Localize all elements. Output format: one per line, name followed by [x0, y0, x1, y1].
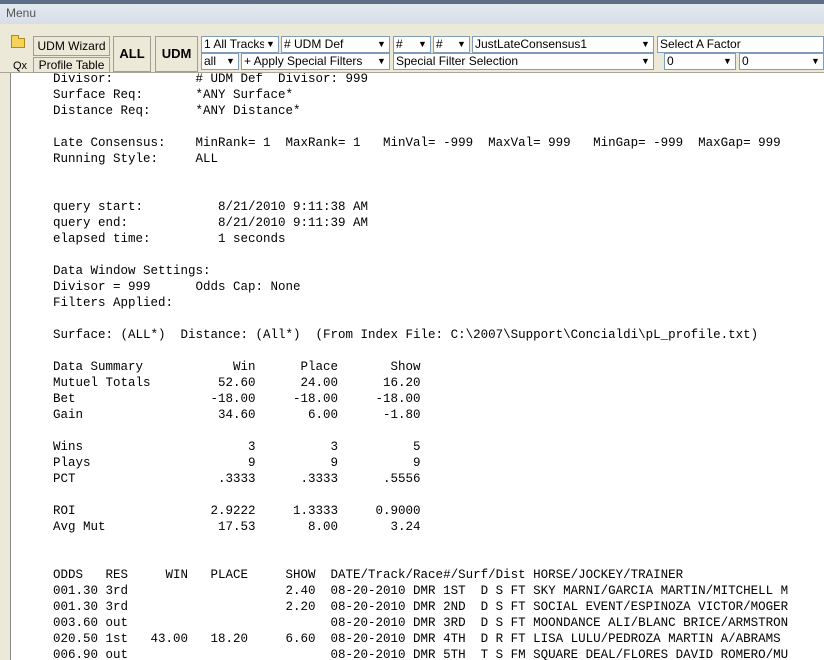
all-select-value: all [204, 54, 217, 68]
apply-filters-value: + Apply Special Filters [244, 54, 363, 68]
chevron-down-icon[interactable]: ▼ [264, 38, 277, 51]
all-select[interactable]: all ▼ [201, 53, 239, 70]
report-line: ROI 2.9222 1.3333 0.9000 [53, 504, 421, 518]
report-line: Data Window Settings: [53, 264, 211, 278]
track-select[interactable]: 1 All Tracks ▼ [201, 36, 279, 53]
report-line: Avg Mut 17.53 8.00 3.24 [53, 520, 421, 534]
special-filter-value: Special Filter Selection [396, 54, 519, 68]
report-line: Data Summary Win Place Show [53, 360, 421, 374]
chevron-down-icon[interactable]: ▼ [455, 38, 468, 51]
chevron-down-icon[interactable]: ▼ [721, 55, 734, 68]
hash-select-1[interactable]: # ▼ [393, 36, 431, 53]
report-line: Divisor = 999 Odds Cap: None [53, 280, 301, 294]
toolbar: Qx UDM Wizard Profile Table ALL UDM 1 Al… [0, 24, 824, 73]
report-line: Divisor: # UDM Def Divisor: 999 [53, 73, 369, 86]
report-line: Filters Applied: [53, 296, 174, 310]
report-line: query start: 8/21/2010 9:11:38 AM [53, 200, 369, 214]
all-button[interactable]: ALL [113, 36, 151, 72]
chevron-down-icon[interactable]: ▼ [375, 38, 388, 51]
report-line: Running Style: ALL [53, 152, 219, 166]
menu-bar: Menu [0, 0, 824, 25]
report-line: elapsed time: 1 seconds [53, 232, 286, 246]
chevron-down-icon[interactable]: ▼ [809, 55, 822, 68]
report-line: PCT .3333 .3333 .5556 [53, 472, 421, 486]
qx-label[interactable]: Qx [13, 60, 27, 72]
report-line: Plays 9 9 9 [53, 456, 421, 470]
folder-icon[interactable] [11, 35, 25, 48]
track-select-value: 1 All Tracks [204, 37, 266, 51]
report-line: 001.30 3rd 2.20 08-20-2010 DMR 2ND D S F… [53, 600, 789, 614]
chevron-down-icon[interactable]: ▼ [639, 38, 652, 51]
report-line: 001.30 3rd 2.40 08-20-2010 DMR 1ST D S F… [53, 584, 789, 598]
apply-filters-select[interactable]: + Apply Special Filters ▼ [241, 53, 390, 70]
chevron-down-icon[interactable]: ▼ [639, 55, 652, 68]
report-line: 003.60 out 08-20-2010 DMR 3RD D S FT MOO… [53, 616, 789, 630]
report-text: Divisor: # UDM Def Divisor: 999 Surface … [53, 73, 788, 660]
report-line: Late Consensus: MinRank= 1 MaxRank= 1 Mi… [53, 136, 781, 150]
hash-select-1-value: # [396, 37, 403, 51]
zero-select-1-value: 0 [667, 54, 674, 68]
chevron-down-icon[interactable]: ▼ [375, 55, 388, 68]
chevron-down-icon[interactable]: ▼ [416, 38, 429, 51]
consensus-select[interactable]: JustLateConsensus1 ▼ [472, 36, 654, 53]
report-line: Distance Req: *ANY Distance* [53, 104, 301, 118]
udm-def-select[interactable]: # UDM Def ▼ [281, 36, 390, 53]
report-line: 020.50 1st 43.00 18.20 6.60 08-20-2010 D… [53, 632, 781, 646]
report-pane[interactable]: Divisor: # UDM Def Divisor: 999 Surface … [10, 73, 824, 660]
zero-select-2[interactable]: 0 ▼ [739, 53, 824, 70]
report-line: Wins 3 3 5 [53, 440, 421, 454]
zero-select-1[interactable]: 0 ▼ [664, 53, 736, 70]
udm-wizard-button[interactable]: UDM Wizard [33, 36, 110, 56]
report-line: ODDS RES WIN PLACE SHOW DATE/Track/Race#… [53, 568, 684, 582]
factor-select[interactable]: Select A Factor [657, 36, 824, 53]
hash-select-2-value: # [436, 37, 443, 51]
menu-label[interactable]: Menu [6, 6, 36, 20]
report-line: Mutuel Totals 52.60 24.00 16.20 [53, 376, 421, 390]
chevron-down-icon[interactable]: ▼ [224, 55, 237, 68]
consensus-value: JustLateConsensus1 [475, 37, 588, 51]
profile-table-button[interactable]: Profile Table [33, 57, 110, 73]
zero-select-2-value: 0 [742, 54, 749, 68]
report-line: Bet -18.00 -18.00 -18.00 [53, 392, 421, 406]
special-filter-select[interactable]: Special Filter Selection ▼ [393, 53, 654, 70]
report-line: query end: 8/21/2010 9:11:39 AM [53, 216, 369, 230]
factor-value: Select A Factor [660, 37, 741, 51]
report-line: Gain 34.60 6.00 -1.80 [53, 408, 421, 422]
udm-button[interactable]: UDM [155, 36, 198, 72]
hash-select-2[interactable]: # ▼ [433, 36, 470, 53]
window-top-border [0, 0, 824, 4]
udm-def-value: # UDM Def [284, 37, 344, 51]
report-line: Surface Req: *ANY Surface* [53, 88, 294, 102]
report-line: Surface: (ALL*) Distance: (All*) (From I… [53, 328, 759, 342]
report-line: 006.90 out 08-20-2010 DMR 5TH T S FM SQU… [53, 648, 789, 660]
